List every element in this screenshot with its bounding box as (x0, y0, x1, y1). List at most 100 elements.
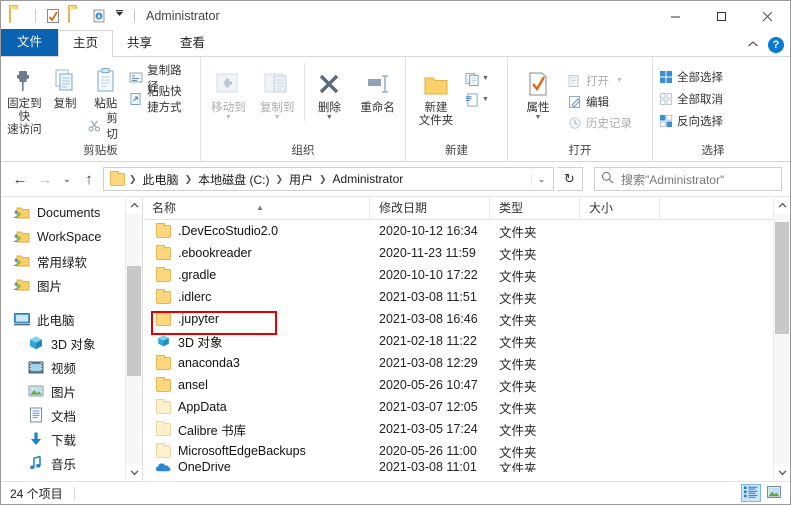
forward-button[interactable]: → (34, 168, 56, 190)
move-to-button[interactable]: 移动到 ▼ (204, 63, 253, 121)
large-icons-view-button[interactable] (764, 484, 784, 502)
recycle-bin-icon[interactable] (91, 8, 108, 25)
help-icon[interactable]: ? (768, 37, 784, 53)
sidebar-item-workspace[interactable]: WorkSpace (1, 225, 142, 249)
navigation-scroll-track[interactable] (126, 214, 142, 464)
table-row[interactable]: MicrosoftEdgeBackups 2020-05-26 11:00 文件… (143, 440, 790, 462)
properties-button[interactable]: 属性 ▼ (511, 63, 565, 121)
table-row[interactable]: ansel 2020-05-26 10:47 文件夹 (143, 374, 790, 396)
file-list-scroll-thumb[interactable] (775, 222, 789, 334)
sidebar-label: 常用绿软 (37, 255, 88, 270)
search-input[interactable]: 搜索"Administrator" (621, 171, 724, 188)
new-folder-icon[interactable] (68, 6, 85, 25)
open-button[interactable]: 打开 ▼ (565, 71, 636, 90)
sidebar-item-documents[interactable]: Documents (1, 201, 142, 225)
details-view-button[interactable] (741, 484, 761, 502)
table-row[interactable]: anaconda3 2021-03-08 12:29 文件夹 (143, 352, 790, 374)
breadcrumb-chevron-1[interactable]: ❯ (184, 174, 194, 185)
table-row[interactable]: .idlerc 2021-03-08 11:51 文件夹 (143, 286, 790, 308)
breadcrumb-chevron-2[interactable]: ❯ (274, 174, 284, 185)
collapse-ribbon-icon[interactable] (747, 38, 759, 52)
sidebar-item-green-software[interactable]: 常用绿软 (1, 249, 142, 273)
breadcrumb-bar[interactable]: ❯ 此电脑 ❯ 本地磁盘 (C:) ❯ 用户 ❯ Administrator ⌄ (103, 167, 554, 191)
sidebar-item-this-pc[interactable]: 此电脑 (1, 307, 142, 331)
tab-home[interactable]: 主页 (58, 30, 114, 57)
edit-button[interactable]: 编辑 (565, 92, 636, 111)
column-header-size[interactable]: 大小 (580, 197, 660, 220)
sidebar-item-documents-lib[interactable]: 文档 (1, 403, 142, 427)
table-row-jupyter[interactable]: .jupyter 2021-03-08 16:46 文件夹 (143, 308, 790, 330)
recent-locations-button[interactable]: ⌄ (59, 168, 75, 190)
folder-icon[interactable] (9, 6, 26, 25)
table-row[interactable]: AppData 2021-03-07 12:05 文件夹 (143, 396, 790, 418)
cut-button[interactable]: 剪切 (85, 113, 126, 141)
select-all-button[interactable]: 全部选择 (656, 67, 727, 86)
scroll-down-icon[interactable] (774, 464, 790, 481)
search-box[interactable]: 搜索"Administrator" (594, 167, 782, 191)
open-caret-icon[interactable]: ▼ (616, 77, 623, 84)
file-list-scrollbar[interactable] (773, 197, 790, 481)
maximize-button[interactable] (698, 1, 744, 31)
column-header-type[interactable]: 类型 (490, 197, 580, 220)
easy-access-button[interactable]: ▼ (465, 92, 489, 107)
invert-selection-button[interactable]: 反向选择 (656, 111, 727, 130)
customize-chevron-icon[interactable] (114, 8, 125, 25)
scroll-down-icon[interactable] (126, 464, 142, 481)
pin-to-quick-access-button[interactable]: 固定到快 速访问 (4, 59, 45, 137)
tab-file[interactable]: 文件 (1, 29, 59, 56)
close-button[interactable] (744, 1, 790, 31)
scroll-up-icon[interactable] (774, 197, 790, 214)
rename-button[interactable]: 重命名 (353, 63, 402, 115)
up-button[interactable]: ↑ (78, 168, 100, 190)
history-button[interactable]: 历史记录 (565, 113, 636, 132)
paste-button[interactable]: 粘贴 剪切 (85, 59, 126, 141)
properties-caret-icon[interactable]: ▼ (535, 114, 542, 121)
tab-share[interactable]: 共享 (113, 31, 166, 56)
properties-icon[interactable] (45, 8, 62, 25)
table-row[interactable]: .ebookreader 2020-11-23 11:59 文件夹 (143, 242, 790, 264)
breadcrumb-item-0[interactable]: 此电脑 (139, 170, 183, 189)
breadcrumb-item-2[interactable]: 用户 (285, 170, 317, 189)
delete-button[interactable]: 删除 ▼ (304, 63, 353, 121)
navigation-scrollbar[interactable] (125, 197, 142, 481)
paste-shortcut-button[interactable]: 粘贴快捷方式 (126, 86, 197, 114)
copy-button[interactable]: 复制 (45, 59, 86, 111)
table-row[interactable]: OneDrive 2021-03-08 11:01 文件夹 (143, 462, 790, 472)
column-header-date[interactable]: 修改日期 (370, 197, 490, 220)
minimize-button[interactable] (652, 1, 698, 31)
file-type: 文件夹 (499, 247, 537, 262)
tab-view[interactable]: 查看 (166, 31, 219, 56)
table-row[interactable]: .DevEcoStudio2.0 2020-10-12 16:34 文件夹 (143, 220, 790, 242)
new-folder-button[interactable]: 新建 文件夹 (409, 63, 463, 128)
sidebar-item-pictures[interactable]: 图片 (1, 379, 142, 403)
breadcrumb-item-3[interactable]: Administrator (329, 171, 408, 187)
table-row[interactable]: .gradle 2020-10-10 17:22 文件夹 (143, 264, 790, 286)
move-to-caret-icon[interactable]: ▼ (225, 114, 232, 121)
breadcrumb-dropdown-icon[interactable]: ⌄ (531, 173, 551, 185)
select-none-button[interactable]: 全部取消 (656, 89, 727, 108)
new-item-button[interactable]: ▼ (465, 71, 489, 86)
sidebar-item-downloads[interactable]: 下载 (1, 427, 142, 451)
copy-to-caret-icon[interactable]: ▼ (274, 114, 281, 121)
copy-to-button[interactable]: 复制到 ▼ (253, 63, 302, 121)
sidebar-item-videos[interactable]: 视频 (1, 355, 142, 379)
sidebar-item-3d-objects[interactable]: 3D 对象 (1, 331, 142, 355)
delete-caret-icon[interactable]: ▼ (326, 114, 333, 121)
new-item-caret-icon[interactable]: ▼ (482, 75, 489, 82)
table-row[interactable]: Calibre 书库 2021-03-05 17:24 文件夹 (143, 418, 790, 440)
file-list-scroll-track[interactable] (774, 214, 790, 464)
sidebar-item-pictures-shared[interactable]: 图片 (1, 273, 142, 297)
breadcrumb-chevron-3[interactable]: ❯ (318, 174, 328, 185)
sidebar-item-music[interactable]: 音乐 (1, 451, 142, 475)
file-type: 文件夹 (499, 462, 537, 472)
file-type: 文件夹 (499, 357, 537, 372)
column-header-name[interactable]: ▲ 名称 (143, 197, 370, 220)
easy-access-caret-icon[interactable]: ▼ (482, 96, 489, 103)
scroll-up-icon[interactable] (126, 197, 142, 214)
back-button[interactable]: ← (9, 168, 31, 190)
shared-folder-icon (13, 253, 31, 270)
table-row[interactable]: 3D 对象 2021-02-18 11:22 文件夹 (143, 330, 790, 352)
navigation-scroll-thumb[interactable] (127, 266, 141, 376)
breadcrumb-item-1[interactable]: 本地磁盘 (C:) (194, 170, 273, 189)
refresh-button[interactable]: ↻ (557, 167, 583, 191)
